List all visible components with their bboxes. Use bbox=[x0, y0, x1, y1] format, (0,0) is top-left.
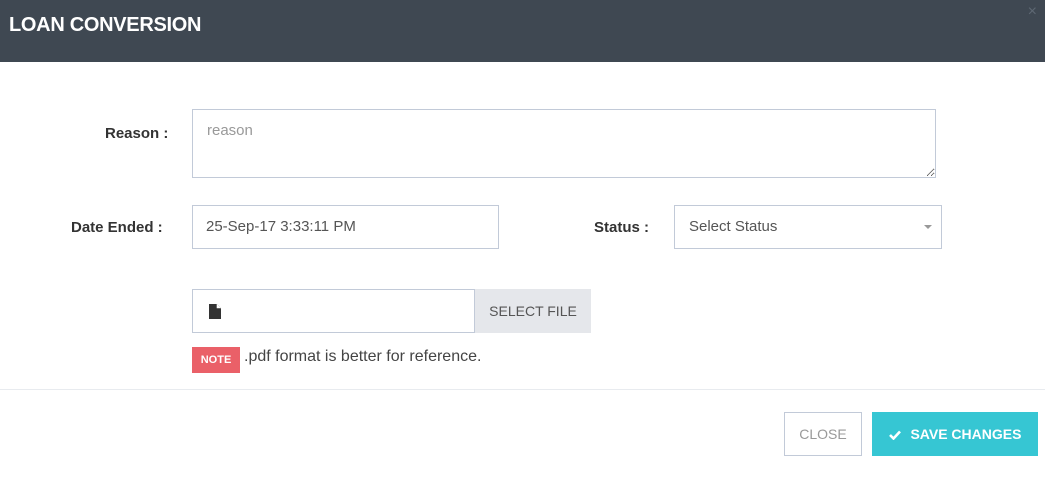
close-button[interactable]: CLOSE bbox=[784, 412, 862, 456]
date-ended-value: 25-Sep-17 3:33:11 PM bbox=[206, 218, 356, 235]
date-ended-input[interactable]: 25-Sep-17 3:33:11 PM bbox=[192, 205, 499, 249]
file-icon bbox=[209, 304, 221, 324]
modal-title: LOAN CONVERSION bbox=[9, 14, 202, 36]
caret-down-icon bbox=[924, 225, 932, 229]
date-ended-label: Date Ended : bbox=[71, 219, 163, 236]
select-file-button[interactable]: SELECT FILE bbox=[475, 289, 591, 333]
modal-header: LOAN CONVERSION × bbox=[0, 0, 1045, 62]
reason-label: Reason : bbox=[105, 125, 169, 142]
save-changes-button[interactable]: SAVE CHANGES bbox=[872, 412, 1038, 456]
status-select[interactable]: Select Status bbox=[674, 205, 942, 249]
file-input[interactable] bbox=[192, 289, 475, 333]
footer-divider bbox=[0, 389, 1045, 390]
status-label: Status : bbox=[594, 219, 650, 236]
check-icon bbox=[888, 426, 905, 442]
note-text: .pdf format is better for reference. bbox=[244, 348, 482, 365]
save-changes-label: SAVE CHANGES bbox=[910, 426, 1022, 442]
note-badge: NOTE bbox=[192, 347, 240, 373]
reason-textarea[interactable] bbox=[192, 109, 936, 178]
close-icon[interactable]: × bbox=[1028, 4, 1037, 20]
status-selected-value: Select Status bbox=[689, 218, 778, 235]
